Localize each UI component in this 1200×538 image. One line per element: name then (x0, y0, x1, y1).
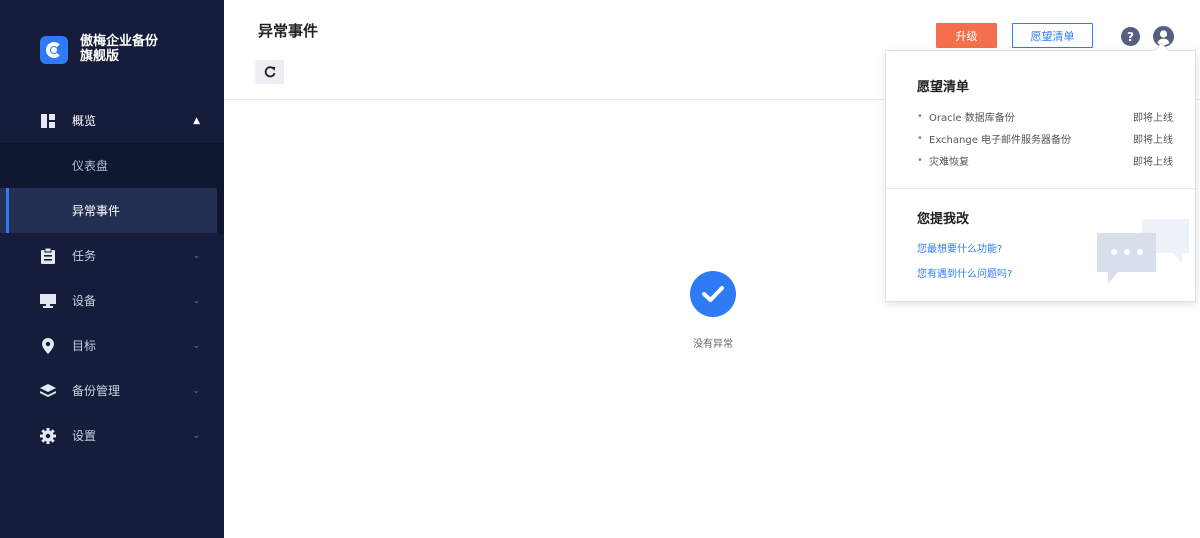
upgrade-button[interactable]: 升级 (936, 23, 997, 48)
sidebar-item-dashboard[interactable]: 仪表盘 (0, 143, 224, 188)
wish-name: 灾难恢复 (929, 156, 969, 168)
sidebar-item-settings[interactable]: 设置 ⌄ (0, 413, 224, 458)
check-circle-icon (690, 271, 736, 317)
sidebar-item-label: 设备 (72, 294, 97, 308)
sidebar-item-label: 概览 (72, 114, 97, 128)
wish-status: 即将上线 (1133, 112, 1173, 124)
feedback-title: 您提我改 (917, 212, 970, 227)
sidebar-item-label: 设置 (72, 429, 97, 443)
sidebar-item-tasks[interactable]: 任务 ⌄ (0, 233, 224, 278)
gear-icon (40, 427, 56, 444)
brand-name: 傲梅企业备份旗舰版 (80, 34, 159, 64)
chevron-down-icon: ⌄ (192, 340, 200, 351)
dashboard-icon (40, 113, 56, 129)
empty-state (690, 271, 736, 317)
chevron-up-icon: ▲ (193, 115, 200, 126)
layers-icon (40, 383, 56, 399)
feedback-link-problem[interactable]: 您有遇到什么问题吗? (917, 265, 1012, 280)
chat-bubbles-icon (1094, 219, 1189, 289)
sidebar-submenu-overview: 仪表盘 异常事件 (0, 143, 224, 233)
clipboard-icon (40, 247, 56, 264)
sidebar-item-label: 目标 (72, 339, 97, 353)
sidebar: 傲梅企业备份旗舰版 概览 ▲ 仪表盘 异常事件 任务 ⌄ 设备 ⌄ 目标 ⌄ 备… (0, 0, 224, 538)
wish-name: Oracle 数据库备份 (929, 112, 1015, 124)
bullet-icon: • (917, 110, 923, 122)
help-icon[interactable]: ? (1121, 27, 1140, 46)
location-pin-icon (40, 337, 56, 354)
sidebar-item-backup-management[interactable]: 备份管理 ⌄ (0, 368, 224, 413)
refresh-button[interactable] (255, 60, 284, 84)
popover-divider (886, 188, 1195, 189)
wishlist-button[interactable]: 愿望清单 (1012, 23, 1093, 48)
sidebar-item-label: 备份管理 (72, 384, 121, 398)
sidebar-item-overview[interactable]: 概览 ▲ (0, 98, 224, 143)
wish-list: • Oracle 数据库备份 即将上线 • Exchange 电子邮件服务器备份… (917, 105, 1173, 171)
chevron-down-icon: ⌄ (192, 430, 200, 441)
refresh-icon (264, 66, 275, 78)
wish-status: 即将上线 (1133, 156, 1173, 168)
list-item: • 灾难恢复 即将上线 (917, 149, 1173, 171)
chevron-down-icon: ⌄ (192, 250, 200, 261)
popover-title: 愿望清单 (917, 80, 970, 95)
empty-state-text: 没有异常 (693, 339, 733, 350)
sidebar-menu: 概览 ▲ 仪表盘 异常事件 任务 ⌄ 设备 ⌄ 目标 ⌄ 备份管理 ⌄ 设置 ⌄ (0, 98, 224, 458)
wish-name: Exchange 电子邮件服务器备份 (929, 134, 1072, 146)
wishlist-popover: 愿望清单 • Oracle 数据库备份 即将上线 • Exchange 电子邮件… (885, 50, 1196, 302)
chevron-down-icon: ⌄ (192, 295, 200, 306)
sidebar-item-targets[interactable]: 目标 ⌄ (0, 323, 224, 368)
bullet-icon: • (917, 154, 923, 166)
cbackup-logo-icon (40, 36, 68, 64)
page-title: 异常事件 (258, 22, 319, 40)
feedback-link-feature[interactable]: 您最想要什么功能? (917, 240, 1002, 255)
wish-status: 即将上线 (1133, 134, 1173, 146)
monitor-icon (40, 293, 56, 309)
list-item: • Exchange 电子邮件服务器备份 即将上线 (917, 127, 1173, 149)
bullet-icon: • (917, 132, 923, 144)
chevron-down-icon: ⌄ (192, 385, 200, 396)
sidebar-item-exceptions[interactable]: 异常事件 (0, 188, 217, 233)
sidebar-item-label: 任务 (72, 249, 97, 263)
list-item: • Oracle 数据库备份 即将上线 (917, 105, 1173, 127)
brand[interactable]: 傲梅企业备份旗舰版 (40, 34, 170, 64)
sidebar-item-devices[interactable]: 设备 ⌄ (0, 278, 224, 323)
